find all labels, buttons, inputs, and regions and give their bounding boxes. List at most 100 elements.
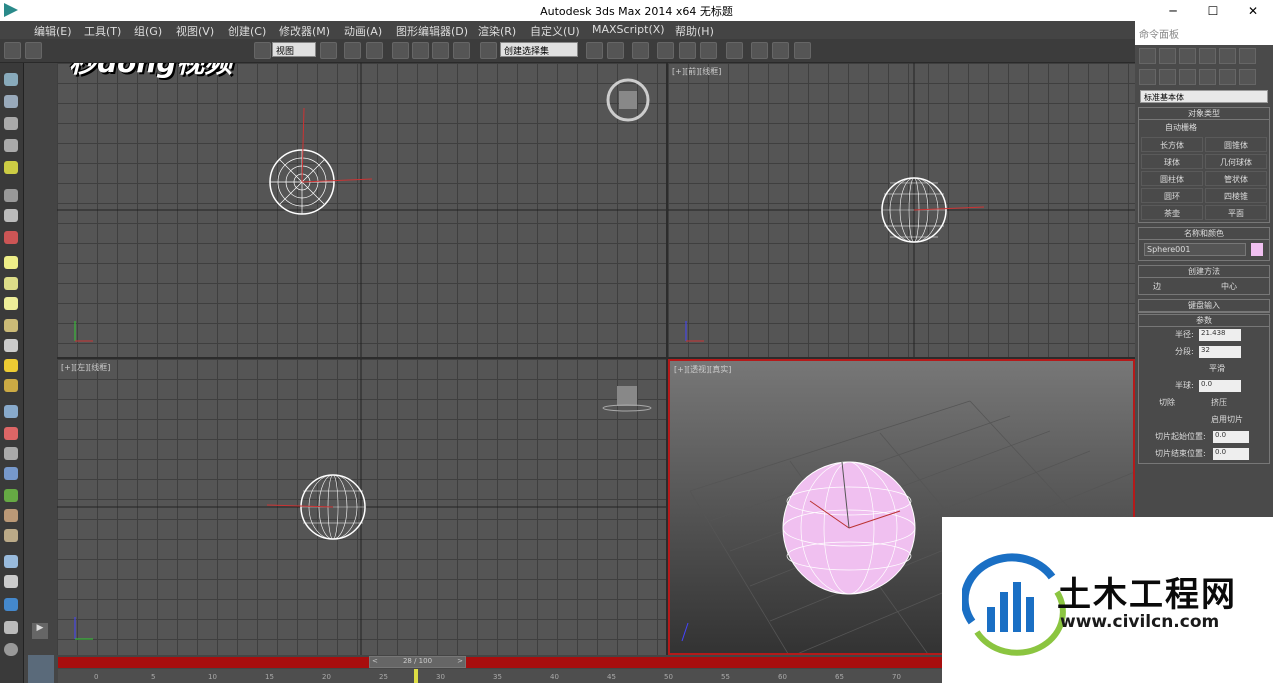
sphere-icon[interactable] bbox=[4, 297, 18, 310]
edit-named-sel-icon[interactable] bbox=[480, 42, 497, 59]
object-type-title[interactable]: 对象类型 bbox=[1139, 108, 1269, 120]
angle-snap-icon[interactable] bbox=[412, 42, 429, 59]
teapot-button[interactable]: 茶壶 bbox=[1141, 205, 1203, 220]
close-button[interactable]: ✕ bbox=[1233, 0, 1273, 21]
menu-tools[interactable]: 工具(T) bbox=[84, 23, 121, 39]
particles-icon[interactable] bbox=[4, 405, 18, 418]
parameters-title[interactable]: 参数 bbox=[1139, 315, 1269, 327]
utilities-tab-icon[interactable] bbox=[1239, 48, 1256, 64]
chop-radio[interactable]: 切除 bbox=[1159, 397, 1175, 408]
category-select[interactable]: 标准基本体 bbox=[1140, 90, 1268, 103]
smooth-checkbox[interactable]: 平滑 bbox=[1209, 363, 1225, 374]
helpers-icon[interactable] bbox=[1219, 69, 1236, 85]
cone-button[interactable]: 圆锥体 bbox=[1205, 137, 1267, 152]
lights-icon[interactable] bbox=[1179, 69, 1196, 85]
viewport-left[interactable]: [+][左][线框] bbox=[57, 359, 666, 655]
menu-maxscript[interactable]: MAXScript(X) bbox=[592, 23, 665, 36]
squash-radio[interactable]: 挤压 bbox=[1211, 397, 1227, 408]
schematic-icon[interactable] bbox=[700, 42, 717, 59]
manipulate-icon[interactable] bbox=[366, 42, 383, 59]
viewcube-left-icon[interactable] bbox=[602, 386, 652, 412]
time-next-button[interactable]: > bbox=[457, 657, 463, 665]
menu-graph-editors[interactable]: 图形编辑器(D) bbox=[396, 23, 468, 39]
menu-help[interactable]: 帮助(H) bbox=[675, 23, 714, 39]
pivot-icon[interactable] bbox=[320, 42, 337, 59]
sun-icon[interactable] bbox=[4, 359, 18, 372]
reference-coord-select[interactable]: 视图 bbox=[272, 42, 316, 57]
render-sphere-icon[interactable] bbox=[4, 555, 18, 568]
modify-tab-icon[interactable] bbox=[1159, 48, 1176, 64]
menu-create[interactable]: 创建(C) bbox=[228, 23, 266, 39]
autogrid-checkbox[interactable]: 自动栅格 bbox=[1139, 120, 1269, 135]
menu-edit[interactable]: 编辑(E) bbox=[34, 23, 72, 39]
display-tab-icon[interactable] bbox=[1219, 48, 1236, 64]
menu-views[interactable]: 视图(V) bbox=[176, 23, 214, 39]
region-icon[interactable] bbox=[4, 95, 18, 108]
percent-snap-icon[interactable] bbox=[432, 42, 449, 59]
tube-button[interactable]: 管状体 bbox=[1205, 171, 1267, 186]
object-name-input[interactable]: Sphere001 bbox=[1144, 243, 1246, 256]
biped-icon[interactable] bbox=[4, 447, 18, 460]
torus-icon[interactable] bbox=[4, 319, 18, 332]
help-icon[interactable] bbox=[4, 643, 18, 656]
box-button[interactable]: 长方体 bbox=[1141, 137, 1203, 152]
crowd-icon[interactable] bbox=[4, 529, 18, 542]
keyboard-entry-title[interactable]: 键盘输入 bbox=[1139, 300, 1269, 312]
material-editor-icon[interactable] bbox=[726, 42, 743, 59]
light-icon[interactable] bbox=[4, 161, 18, 174]
plant-icon[interactable] bbox=[4, 489, 18, 502]
move-icon[interactable] bbox=[344, 42, 361, 59]
center-radio[interactable]: 中心 bbox=[1221, 281, 1237, 292]
menu-customize[interactable]: 自定义(U) bbox=[530, 23, 580, 39]
select-icon[interactable] bbox=[4, 73, 18, 86]
slice-from-input[interactable]: 0.0 bbox=[1213, 431, 1249, 443]
rotate-icon[interactable] bbox=[254, 42, 271, 59]
time-prev-button[interactable]: < bbox=[372, 657, 378, 665]
named-selection-select[interactable]: 创建选择集 bbox=[500, 42, 578, 57]
menu-group[interactable]: 组(G) bbox=[134, 23, 162, 39]
hemisphere-icon[interactable] bbox=[4, 277, 18, 290]
create-tab-icon[interactable] bbox=[1139, 48, 1156, 64]
snap-icon[interactable] bbox=[392, 42, 409, 59]
cone-icon[interactable] bbox=[4, 339, 18, 352]
play-icon[interactable]: ▶ bbox=[32, 623, 48, 639]
torus-button[interactable]: 圆环 bbox=[1141, 188, 1203, 203]
world-icon[interactable] bbox=[4, 467, 18, 480]
menu-rendering[interactable]: 渲染(R) bbox=[478, 23, 516, 39]
segments-input[interactable]: 32 bbox=[1199, 346, 1241, 358]
viewcube-icon[interactable] bbox=[606, 78, 650, 122]
render-frame-icon[interactable] bbox=[772, 42, 789, 59]
spacewarps-icon[interactable] bbox=[1239, 69, 1256, 85]
curve-editor-icon[interactable] bbox=[679, 42, 696, 59]
geosphere-icon[interactable] bbox=[4, 379, 18, 392]
render-setup-icon[interactable] bbox=[751, 42, 768, 59]
slice-to-input[interactable]: 0.0 bbox=[1213, 448, 1249, 460]
cylinder-button[interactable]: 圆柱体 bbox=[1141, 171, 1203, 186]
maximize-button[interactable]: ☐ bbox=[1193, 0, 1233, 21]
hierarchy-tab-icon[interactable] bbox=[1179, 48, 1196, 64]
window-icon[interactable] bbox=[4, 139, 18, 152]
geometry-icon[interactable] bbox=[1139, 69, 1156, 85]
graphite-icon[interactable] bbox=[657, 42, 674, 59]
viewport-top[interactable]: 秒dong视频 bbox=[57, 63, 666, 357]
spinner-snap-icon[interactable] bbox=[453, 42, 470, 59]
unlink-icon[interactable] bbox=[25, 42, 42, 59]
hemisphere-input[interactable]: 0.0 bbox=[1199, 380, 1241, 392]
viewport-front[interactable]: [+][前][线框] bbox=[668, 63, 1135, 357]
viewport-layout-icon[interactable] bbox=[28, 655, 54, 683]
pyramid-button[interactable]: 四棱锥 bbox=[1205, 188, 1267, 203]
material-icon[interactable] bbox=[4, 575, 18, 588]
mirror-icon[interactable] bbox=[586, 42, 603, 59]
radius-input[interactable]: 21.438 bbox=[1199, 329, 1241, 341]
render-icon[interactable] bbox=[794, 42, 811, 59]
motion-tab-icon[interactable] bbox=[1199, 48, 1216, 64]
slice-on-checkbox[interactable]: 启用切片 bbox=[1211, 414, 1243, 425]
menu-modifiers[interactable]: 修改器(M) bbox=[279, 23, 330, 39]
edge-radio[interactable]: 边 bbox=[1153, 281, 1161, 292]
name-color-title[interactable]: 名称和颜色 bbox=[1139, 228, 1269, 240]
camera-icon[interactable] bbox=[4, 189, 18, 202]
shapes-icon[interactable] bbox=[1159, 69, 1176, 85]
geosphere-button[interactable]: 几何球体 bbox=[1205, 154, 1267, 169]
object-color-swatch[interactable] bbox=[1251, 243, 1263, 256]
video-icon[interactable] bbox=[4, 598, 18, 611]
